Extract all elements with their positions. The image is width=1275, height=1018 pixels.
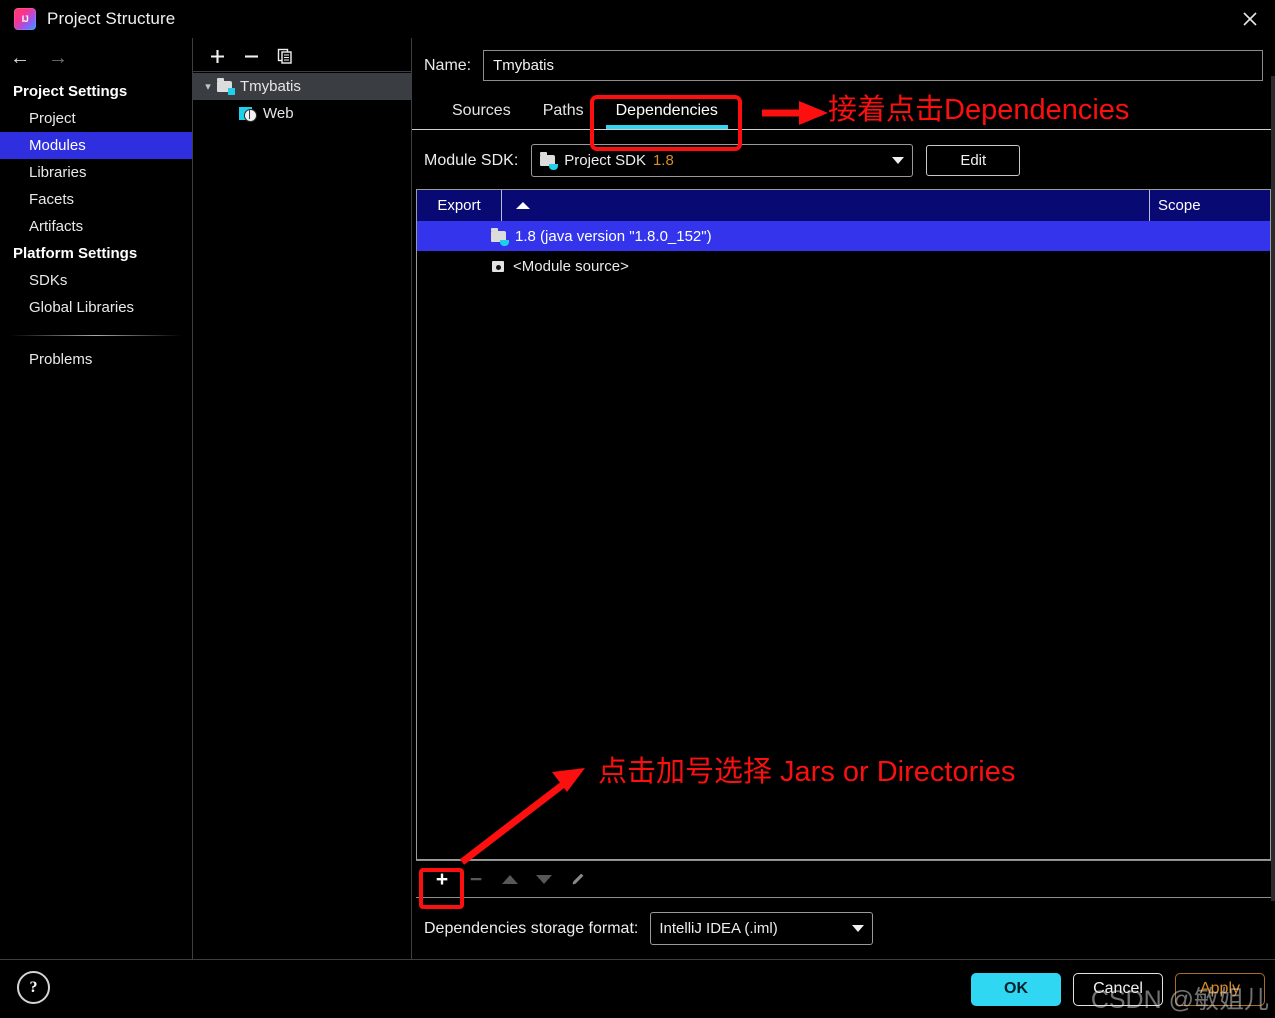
- sidebar-item-facets[interactable]: Facets: [0, 186, 192, 213]
- edit-dependency-pencil-icon[interactable]: [566, 867, 590, 891]
- vertical-scrollbar[interactable]: [1271, 76, 1275, 901]
- add-module-icon[interactable]: [206, 45, 228, 67]
- window-title: Project Structure: [47, 9, 176, 28]
- dependencies-table: Export Scope 1.8 (java version "1.8.0_15…: [416, 189, 1271, 860]
- sidebar-divider: [10, 335, 182, 336]
- tree-node-label: Tmybatis: [240, 78, 301, 95]
- dependency-label: 1.8 (java version "1.8.0_152"): [515, 227, 712, 245]
- dependency-label: <Module source>: [513, 257, 629, 275]
- move-down-icon[interactable]: [532, 867, 556, 891]
- module-tree: ▾ Tmybatis Web: [193, 72, 411, 959]
- sidebar-item-artifacts[interactable]: Artifacts: [0, 213, 192, 240]
- edit-sdk-button[interactable]: Edit: [926, 145, 1021, 176]
- move-up-icon[interactable]: [498, 867, 522, 891]
- dialog-body: ← → Project Settings Project Modules Lib…: [0, 38, 1275, 959]
- sidebar-group-project-settings: Project Settings: [13, 83, 128, 100]
- tab-sources[interactable]: Sources: [436, 93, 527, 129]
- help-icon[interactable]: ?: [17, 971, 50, 1004]
- module-editor-panel: Name: Sources Paths Dependencies Module …: [412, 38, 1275, 959]
- module-sdk-version: 1.8: [652, 152, 674, 169]
- storage-format-value: IntelliJ IDEA (.iml): [659, 920, 778, 937]
- tree-node-tmybatis[interactable]: ▾ Tmybatis: [193, 73, 411, 100]
- column-header-export[interactable]: Export: [417, 190, 502, 221]
- module-tabs: Sources Paths Dependencies: [412, 91, 1275, 130]
- arrow-right-icon[interactable]: →: [48, 48, 68, 68]
- dependencies-toolbar: + −: [416, 860, 1271, 898]
- sidebar-item-project[interactable]: Project: [0, 105, 192, 132]
- chevron-down-icon[interactable]: ▾: [199, 80, 217, 93]
- module-tree-toolbar: [193, 38, 411, 72]
- add-dependency-icon[interactable]: +: [430, 867, 454, 891]
- module-icon: [217, 78, 235, 95]
- cell-name: 1.8 (java version "1.8.0_152"): [485, 227, 1270, 246]
- sidebar-item-libraries[interactable]: Libraries: [0, 159, 192, 186]
- jdk-icon: [491, 227, 509, 246]
- close-icon[interactable]: [1225, 0, 1275, 38]
- module-sdk-value: Project SDK: [564, 152, 646, 169]
- table-row[interactable]: 1.8 (java version "1.8.0_152"): [417, 221, 1270, 251]
- sidebar-group-platform-settings: Platform Settings: [13, 245, 138, 262]
- sidebar-item-problems[interactable]: Problems: [0, 346, 192, 373]
- cell-name: <Module source>: [485, 258, 1270, 275]
- storage-format-label: Dependencies storage format:: [424, 919, 639, 937]
- chevron-down-icon: [892, 157, 905, 164]
- project-structure-dialog: Project Structure ← → Project Settings P…: [0, 0, 1275, 1018]
- sidebar-item-global-libraries[interactable]: Global Libraries: [0, 294, 192, 321]
- copy-module-icon[interactable]: [274, 45, 296, 67]
- sidebar-item-modules[interactable]: Modules: [0, 132, 192, 159]
- tree-node-label: Web: [263, 105, 294, 122]
- column-header-scope[interactable]: Scope: [1150, 190, 1270, 221]
- table-row[interactable]: <Module source>: [417, 251, 1270, 281]
- module-sdk-row: Module SDK: Project SDK 1.8 Edit: [412, 130, 1275, 189]
- storage-format-dropdown[interactable]: IntelliJ IDEA (.iml): [650, 912, 874, 945]
- module-name-input[interactable]: [483, 50, 1263, 81]
- dialog-footer: OK Cancel Apply: [0, 959, 1275, 1018]
- intellij-idea-logo-icon: [14, 8, 36, 30]
- module-tree-panel: ▾ Tmybatis Web: [193, 38, 412, 959]
- dependencies-table-header: Export Scope: [417, 190, 1270, 221]
- module-name-row: Name:: [412, 38, 1275, 91]
- ok-button[interactable]: OK: [971, 972, 1061, 1006]
- title-bar: Project Structure: [0, 0, 1275, 38]
- dependencies-table-body: 1.8 (java version "1.8.0_152") <Module s…: [417, 221, 1270, 859]
- sidebar-item-sdks[interactable]: SDKs: [0, 267, 192, 294]
- apply-button[interactable]: Apply: [1175, 972, 1265, 1006]
- remove-module-icon[interactable]: [240, 45, 262, 67]
- module-sdk-label: Module SDK:: [424, 151, 519, 169]
- nav-history-controls: ← →: [0, 38, 192, 78]
- tab-paths[interactable]: Paths: [527, 93, 600, 129]
- remove-dependency-icon[interactable]: −: [464, 867, 488, 891]
- tab-dependencies[interactable]: Dependencies: [600, 93, 734, 129]
- arrow-left-icon[interactable]: ←: [10, 48, 30, 68]
- module-source-icon: [491, 259, 506, 274]
- tree-node-web[interactable]: Web: [193, 100, 411, 127]
- cancel-button[interactable]: Cancel: [1073, 972, 1163, 1006]
- chevron-down-icon: [852, 925, 865, 932]
- column-header-name[interactable]: [502, 190, 1150, 221]
- module-sdk-dropdown[interactable]: Project SDK 1.8: [531, 144, 914, 177]
- sort-ascending-icon: [516, 202, 530, 209]
- sdk-icon: [540, 152, 559, 170]
- settings-sidebar: ← → Project Settings Project Modules Lib…: [0, 38, 193, 959]
- module-name-label: Name:: [424, 56, 472, 74]
- storage-format-row: Dependencies storage format: IntelliJ ID…: [412, 898, 1275, 959]
- web-facet-icon: [239, 106, 257, 122]
